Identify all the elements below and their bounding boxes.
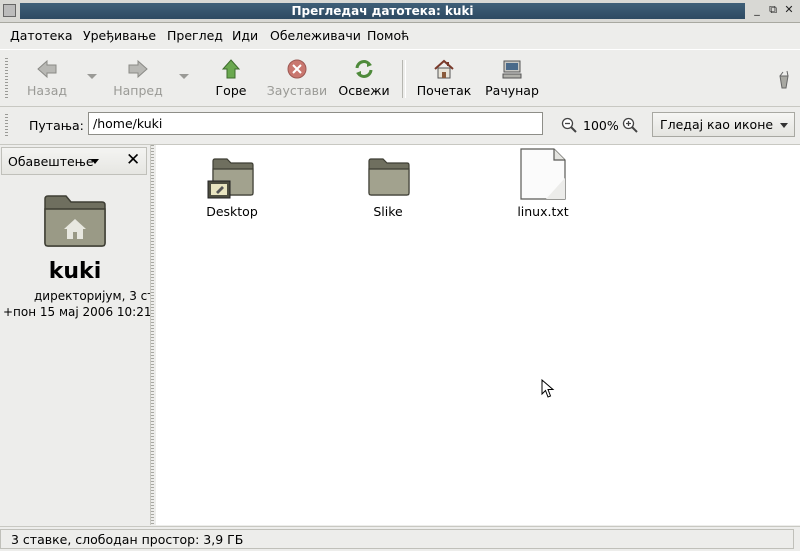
back-button[interactable]: Назад [22,52,72,102]
sidebar-panel-selector[interactable]: Обавештење ✕ [1,147,147,175]
toolbar-separator [402,60,406,98]
zoom-in-icon[interactable] [622,117,638,133]
stop-button[interactable]: Заустави [266,52,328,102]
text-file-icon [520,148,566,200]
computer-icon [502,60,522,79]
location-bar: Путања: /home/kuki 100% Гледај као иконе [0,106,800,145]
up-button[interactable]: Горе [208,52,254,102]
file-item-slike[interactable]: Slike [356,155,420,219]
file-item-linux-txt[interactable]: linux.txt [508,148,578,219]
window-title: Прегледач датотека: kuki [20,3,745,19]
toolbar-grip[interactable] [5,58,8,98]
folder-info-date: +пон 15 мај 2006 10:21 [3,305,151,319]
view-mode-label: Гледај као иконе [660,117,774,132]
stop-icon [287,59,307,79]
forward-arrow-icon [128,59,148,79]
menu-bar: Датотека Уређивање Преглед Иди Обележива… [0,23,800,48]
menu-file[interactable]: Датотека [10,28,73,43]
status-bar: 3 ставке, слободан простор: 3,9 ГБ [0,526,800,551]
sidebar-close-icon[interactable]: ✕ [126,150,140,170]
menu-help[interactable]: Помоћ [367,28,409,43]
menu-bookmarks[interactable]: Обележивачи [270,28,361,43]
reload-icon [355,60,373,78]
menu-edit[interactable]: Уређивање [83,28,156,43]
zoom-level[interactable]: 100% [583,118,619,133]
window-menu-icon[interactable] [3,4,16,17]
path-label: Путања: [29,118,84,133]
mouse-cursor-icon [541,379,555,398]
home-icon [434,59,454,79]
folder-info-type: директоријум, 3 ст [34,289,151,303]
maximize-icon[interactable]: ⧉ [766,4,780,17]
throbber-icon [779,70,789,89]
folder-name: kuki [48,259,102,284]
sidebar-panel-title: Обавештење [8,154,94,169]
file-name: linux.txt [517,204,569,219]
desktop-folder-icon [207,158,254,199]
reload-button[interactable]: Освежи [338,52,390,102]
chevron-down-icon [91,159,99,164]
computer-button[interactable]: Рачунар [482,52,542,102]
path-input[interactable]: /home/kuki [88,112,543,135]
chevron-down-icon [780,123,788,128]
view-mode-select[interactable]: Гледај као иконе [652,112,795,137]
folder-icon [368,158,410,196]
forward-history-dropdown[interactable] [179,74,189,79]
forward-button[interactable]: Напред [110,52,166,102]
back-arrow-icon [37,59,57,79]
file-item-desktop[interactable]: Desktop [200,155,264,219]
up-arrow-icon [221,59,241,79]
menu-view[interactable]: Преглед [167,28,223,43]
location-bar-grip[interactable] [5,114,8,138]
file-name: Slike [373,204,403,219]
status-text: 3 ставке, слободан простор: 3,9 ГБ [0,529,794,549]
pane-resize-handle[interactable] [151,145,154,525]
zoom-out-icon[interactable] [561,117,577,133]
file-name: Desktop [206,204,258,219]
toolbar: Назад Напред Горе Заустави Освежи Почета… [0,49,800,107]
file-icon-view[interactable]: Desktop Slike linux.txt [156,145,800,525]
home-button[interactable]: Почетак [416,52,472,102]
menu-go[interactable]: Иди [232,28,258,43]
title-bar[interactable]: Прегледач датотека: kuki _ ⧉ ✕ [0,0,800,23]
sidebar: Обавештење ✕ kuki директоријум, 3 ст +по… [0,145,151,525]
minimize-icon[interactable]: _ [750,4,764,17]
close-icon[interactable]: ✕ [782,4,796,17]
back-history-dropdown[interactable] [87,74,97,79]
home-folder-icon [44,195,106,247]
